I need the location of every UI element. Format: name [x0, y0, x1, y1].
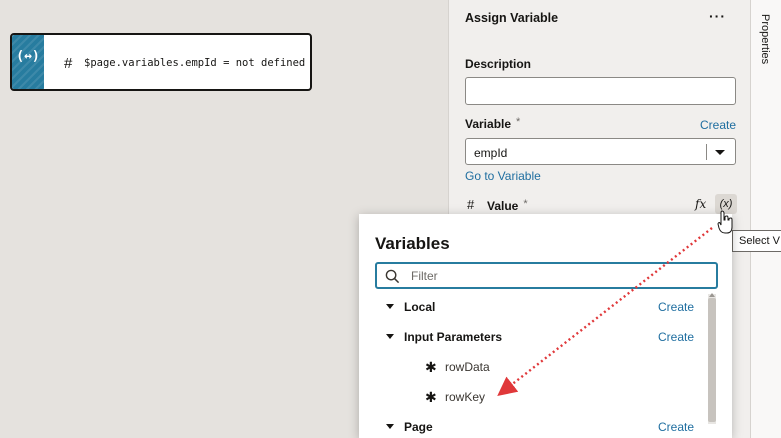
required-marker: *: [516, 116, 521, 128]
caret-down-icon[interactable]: [386, 304, 394, 309]
asterisk-icon: ✱: [425, 359, 437, 375]
tree-item-rowkey[interactable]: ✱ rowKey: [359, 382, 709, 412]
asterisk-icon: ✱: [425, 389, 437, 405]
value-label-text: Value: [487, 199, 519, 213]
node-strip: (↔): [12, 35, 44, 89]
variables-popup: Variables Local Create Input Parameters …: [359, 214, 732, 438]
side-tab-rail: Properties: [750, 0, 781, 438]
node-expression: $page.variables.empId = not defined: [84, 57, 306, 69]
variable-label: Variable *: [465, 116, 521, 131]
number-type-icon: #: [467, 197, 475, 212]
more-options-button[interactable]: ···: [709, 8, 726, 24]
variable-select[interactable]: empId: [465, 138, 736, 165]
panel-title: Assign Variable: [465, 11, 559, 25]
group-label: Input Parameters: [404, 330, 503, 344]
required-marker: *: [523, 198, 528, 210]
value-label: Value *: [487, 198, 528, 213]
variable-label-text: Variable: [465, 117, 512, 131]
tree-item-label: rowData: [445, 360, 490, 374]
go-to-variable-link[interactable]: Go to Variable: [465, 169, 541, 183]
variable-create-link[interactable]: Create: [700, 118, 736, 132]
popup-title: Variables: [375, 234, 450, 253]
tab-properties-label: Properties: [759, 14, 771, 65]
group-label: Local: [404, 300, 436, 314]
select-divider: [706, 144, 707, 160]
tab-properties[interactable]: Properties: [755, 8, 777, 78]
input-parameters-create-link[interactable]: Create: [658, 330, 694, 344]
chevron-down-icon[interactable]: [715, 150, 725, 155]
tree-item-label: rowKey: [445, 390, 486, 404]
description-field[interactable]: [465, 77, 736, 105]
expression-editor-button[interactable]: fx: [695, 197, 706, 211]
assign-variable-node[interactable]: (↔) # $page.variables.empId = not define…: [10, 33, 312, 91]
search-icon: [385, 269, 400, 284]
number-type-icon: #: [64, 55, 73, 72]
caret-down-icon[interactable]: [386, 334, 394, 339]
tree-group-local[interactable]: Local Create: [359, 292, 709, 322]
description-label: Description: [465, 57, 532, 71]
variable-select-value: empId: [474, 146, 508, 160]
group-label: Page: [404, 420, 433, 434]
tree-group-input-parameters[interactable]: Input Parameters Create: [359, 322, 709, 352]
tooltip: Select V: [732, 230, 781, 252]
tree-group-page[interactable]: Page Create: [359, 412, 709, 438]
filter-box[interactable]: [375, 262, 718, 289]
scrollbar-thumb[interactable]: [708, 298, 716, 422]
select-variable-button[interactable]: (x): [715, 194, 737, 214]
assign-variable-icon: (↔): [16, 49, 40, 64]
tree-item-rowdata[interactable]: ✱ rowData: [359, 352, 709, 382]
scroll-up-icon[interactable]: [709, 293, 715, 297]
filter-input[interactable]: [411, 267, 701, 285]
page-create-link[interactable]: Create: [658, 420, 694, 434]
local-create-link[interactable]: Create: [658, 300, 694, 314]
caret-down-icon[interactable]: [386, 424, 394, 429]
